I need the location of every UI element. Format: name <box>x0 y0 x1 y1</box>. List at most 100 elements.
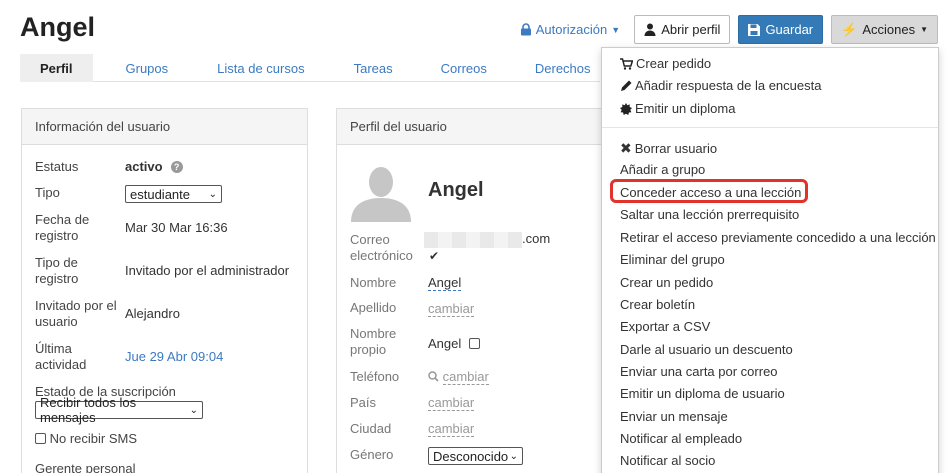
menu-item-create-order[interactable]: Crear pedido <box>620 56 711 71</box>
save-button[interactable]: Guardar <box>738 15 824 44</box>
menu-item-create-ticket[interactable]: Crear boletín <box>620 297 695 312</box>
save-label: Guardar <box>765 22 814 37</box>
open-profile-label: Abrir perfil <box>661 22 721 37</box>
first-name-value[interactable]: Angel <box>428 275 462 291</box>
menu-item-create-an-order[interactable]: Crear un pedido <box>620 275 713 290</box>
actions-button[interactable]: ⚡ Acciones ▼ <box>831 15 938 44</box>
city-value[interactable]: cambiar <box>428 421 475 437</box>
no-sms-label: No recibir SMS <box>49 431 138 446</box>
tab-rights[interactable]: Derechos <box>535 54 591 82</box>
tab-tasks[interactable]: Tareas <box>354 54 393 82</box>
bolt-icon: ⚡ <box>841 21 858 37</box>
reg-date-label-line1: Fecha de <box>35 212 90 227</box>
reg-date-value: Mar 30 Mar 16:36 <box>125 220 228 235</box>
caret-down-icon: ▼ <box>920 25 928 34</box>
phone-label: Teléfono <box>350 369 400 384</box>
invited-by-label-line2: usuario <box>35 314 78 329</box>
gender-select-value: Desconocido <box>433 448 509 464</box>
invited-by-value: Alejandro <box>125 306 180 321</box>
menu-item-add-to-group[interactable]: Añadir a grupo <box>620 162 705 177</box>
open-profile-button[interactable]: Abrir perfil <box>634 15 731 44</box>
help-icon[interactable]: ? <box>170 161 183 173</box>
last-activity-label-line1: Última <box>35 341 72 356</box>
no-sms-checkbox[interactable] <box>35 433 46 444</box>
country-label: País <box>350 395 377 410</box>
menu-item-issue-diploma[interactable]: Emitir un diploma <box>620 101 735 116</box>
menu-item-label: Emitir un diploma <box>635 101 736 116</box>
last-activity-value[interactable]: Jue 29 Abr 09:04 <box>125 349 223 364</box>
no-sms-row: No recibir SMS <box>35 431 137 447</box>
caret-down-icon: ▼ <box>611 24 621 35</box>
invited-by-label-line1: Invitado por el <box>35 298 117 313</box>
menu-item-notify-employee[interactable]: Notificar al empleado <box>620 431 742 446</box>
last-activity-label: Última actividad <box>35 341 86 373</box>
email-suffix: .com <box>522 231 551 246</box>
pencil-icon <box>621 80 632 91</box>
certificate-icon <box>620 102 632 115</box>
subscription-select[interactable]: Recibir todos los mensajes ⌄ <box>35 395 203 425</box>
status-value: activo? <box>125 159 183 174</box>
email-value: .com <box>424 231 550 248</box>
menu-item-issue-user-diploma[interactable]: Emitir un diploma de usuario <box>620 386 785 401</box>
tab-emails[interactable]: Correos <box>441 54 487 82</box>
menu-item-give-discount[interactable]: Darle al usuario un descuento <box>620 342 793 357</box>
city-label: Ciudad <box>350 421 392 436</box>
first-name-text: Angel <box>428 275 462 291</box>
city-text: cambiar <box>428 421 475 437</box>
own-name-label-line2: propio <box>350 342 387 357</box>
status-label: Estatus <box>35 159 79 174</box>
menu-item-send-message[interactable]: Enviar un mensaje <box>620 409 728 424</box>
reg-type-value: Invitado por el administrador <box>125 263 290 278</box>
own-name-checkbox[interactable] <box>468 338 480 349</box>
manager-label: Gerente personal <box>35 461 136 473</box>
menu-divider <box>602 127 938 128</box>
gender-select[interactable]: Desconocido ⌄ <box>428 447 523 465</box>
country-value[interactable]: cambiar <box>428 395 475 411</box>
last-activity-label-line2: actividad <box>35 357 87 372</box>
menu-item-skip-prerequisite[interactable]: Saltar una lección prerrequisito <box>620 207 799 222</box>
menu-item-revoke-lesson-access[interactable]: Retirar el acceso previamente concedido … <box>620 230 936 245</box>
user-icon <box>644 23 656 36</box>
email-label: Correo electrónico <box>350 232 413 264</box>
search-icon <box>428 371 439 382</box>
chevron-down-icon: ⌄ <box>189 404 198 416</box>
profile-name: Angel <box>428 179 484 201</box>
subscription-select-value: Recibir todos los mensajes <box>40 395 137 425</box>
close-icon: ✖ <box>620 140 632 156</box>
tab-profile[interactable]: Perfil <box>20 54 93 82</box>
menu-item-label: Crear pedido <box>636 56 712 71</box>
floppy-icon <box>748 23 761 36</box>
menu-item-delete-user[interactable]: ✖ Borrar usuario <box>620 140 717 157</box>
gender-label: Género <box>350 447 394 462</box>
reg-date-label-line2: registro <box>35 228 79 243</box>
menu-item-notify-partner[interactable]: Notificar al socio <box>620 453 715 468</box>
actions-label: Acciones <box>862 22 916 37</box>
user-profile-title: Perfil del usuario <box>337 109 615 145</box>
user-title: Angel <box>20 12 96 42</box>
user-info-title: Información del usuario <box>22 109 307 145</box>
toolbar: Autorización ▼ Abrir perfil Guardar ⚡ Ac… <box>520 15 938 44</box>
authorization-link[interactable]: Autorización ▼ <box>520 22 620 37</box>
actions-dropdown-menu: Crear pedido Añadir respuesta de la encu… <box>601 47 939 473</box>
status-value-text: activo <box>125 159 163 174</box>
type-select[interactable]: estudiante ⌄ <box>125 185 222 203</box>
phone-value[interactable]: cambiar <box>428 369 489 385</box>
first-name-label: Nombre <box>350 275 397 290</box>
last-name-label: Apellido <box>350 300 397 315</box>
menu-item-remove-from-group[interactable]: Eliminar del grupo <box>620 252 725 267</box>
type-label: Tipo <box>35 185 60 200</box>
authorization-label: Autorización <box>535 22 608 37</box>
tab-course-list[interactable]: Lista de cursos <box>217 54 304 82</box>
menu-item-send-letter[interactable]: Enviar una carta por correo <box>620 364 778 379</box>
tab-groups[interactable]: Grupos <box>126 54 169 82</box>
lock-icon <box>520 23 531 36</box>
email-verified-check: ✔ <box>429 249 440 263</box>
last-name-value[interactable]: cambiar <box>428 301 475 317</box>
menu-item-add-survey-answer[interactable]: Añadir respuesta de la encuesta <box>620 78 821 93</box>
reg-type-label: Tipo de registro <box>35 255 78 287</box>
menu-item-export-csv[interactable]: Exportar a CSV <box>620 319 710 334</box>
email-label-line2: electrónico <box>350 248 413 263</box>
reg-type-label-line2: registro <box>35 271 79 286</box>
invited-by-label: Invitado por el usuario <box>35 298 117 330</box>
type-select-value: estudiante <box>130 186 190 202</box>
